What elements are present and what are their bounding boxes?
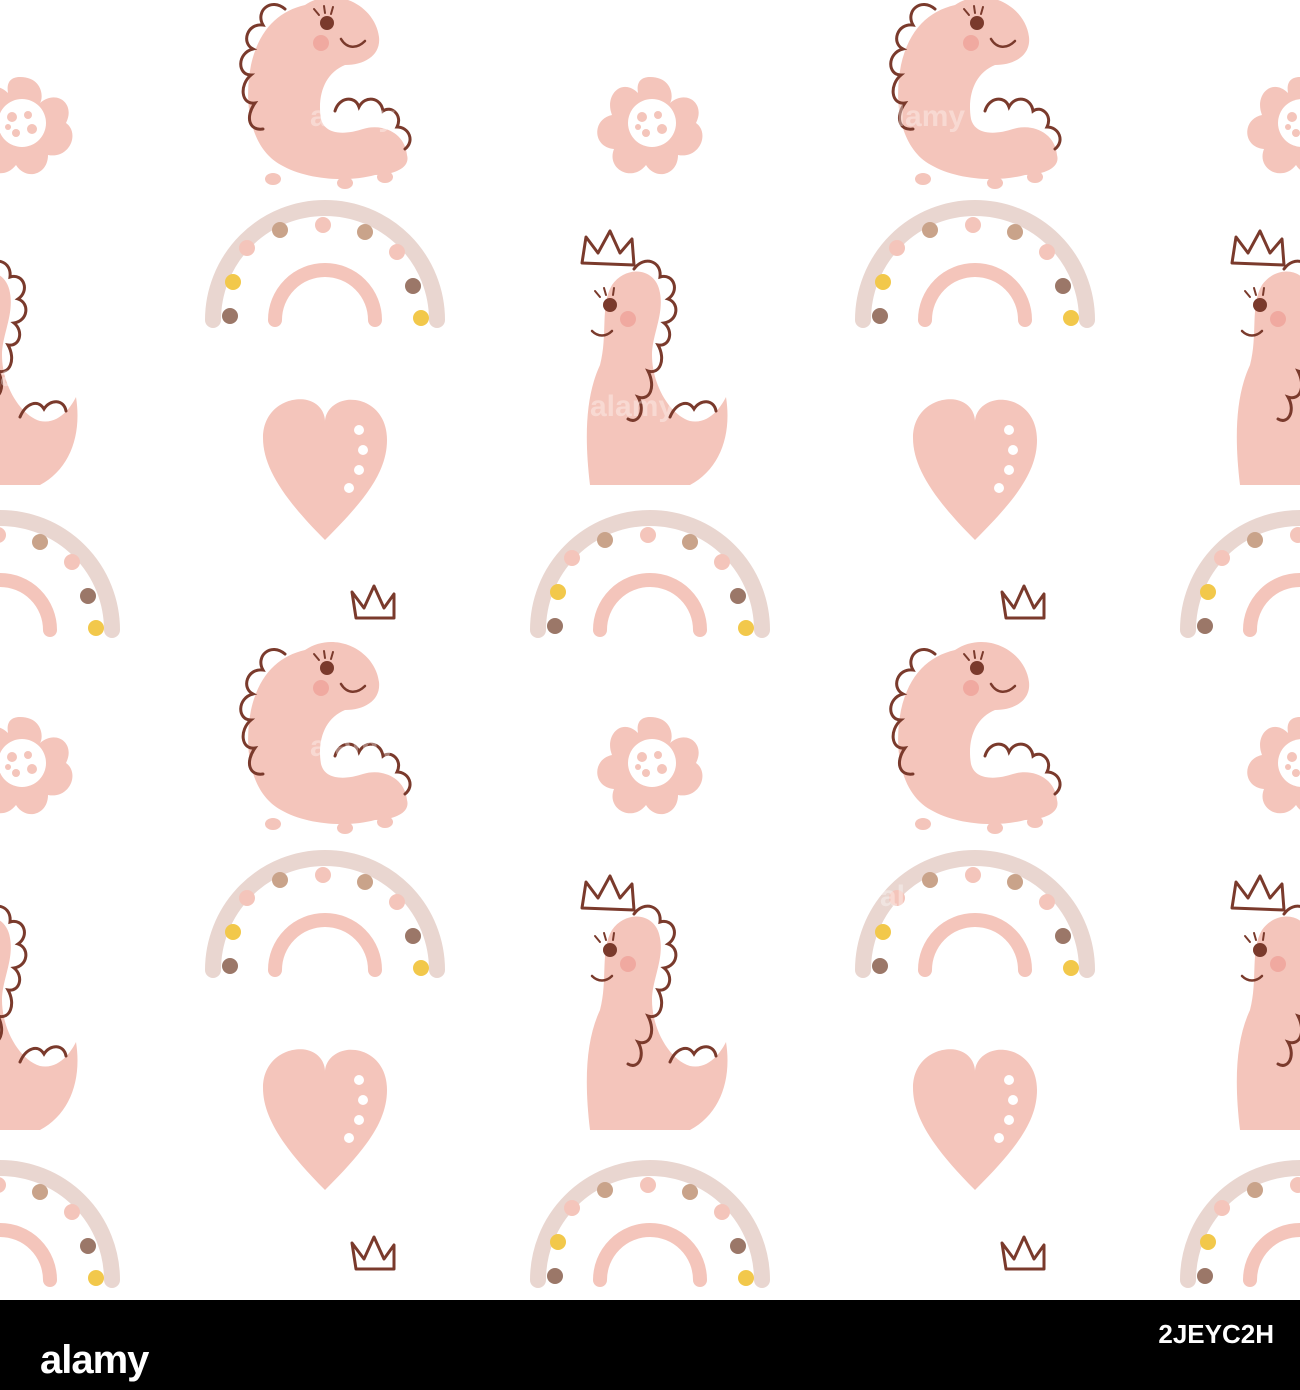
dinosaur-crown-icon [0,874,80,1132]
image-id-text: 2JEYC2H [1158,1319,1274,1349]
dinosaur-crown-icon [570,229,729,487]
flower-icon [1247,717,1300,815]
rainbow-icon [863,858,1087,976]
heart-icon [913,399,1037,540]
dinosaur-crown-icon [1220,229,1300,487]
heart-icon [263,1049,387,1190]
flower-icon [0,717,73,815]
dinosaur-sitting-icon [889,0,1062,191]
alamy-logo-text: alamy [40,1338,149,1382]
dinosaur-crown-icon [0,229,80,487]
heart-icon [913,1049,1037,1190]
rainbow-icon [213,858,437,976]
crown-icon [1000,584,1046,620]
motif-group-col1-top [213,0,437,326]
dinosaur-crown-icon [1220,874,1300,1132]
flower-icon [597,77,703,175]
rainbow-icon [0,1168,112,1286]
crown-icon [350,1235,396,1271]
rainbow-icon [1188,518,1300,636]
rainbow-icon [213,208,437,326]
crown-icon [350,584,396,620]
crown-icon [1000,1235,1046,1271]
rainbow-icon [0,518,112,636]
dinosaur-crown-icon [570,874,729,1132]
motif-group-col1-mid [213,584,437,976]
stock-image-frame: alamy alamy alamy alamy alamy alamy alam… [0,0,1300,1390]
dinosaur-sitting-icon [239,0,412,191]
dinosaur-sitting-icon [889,640,1062,836]
rainbow-icon [1188,1168,1300,1286]
alamy-logo: alamy [18,1322,218,1382]
watermark-bar: alamy 2JEYC2H [0,1300,1300,1390]
image-id: 2JEYC2H [1158,1319,1274,1350]
seamless-dinosaur-pattern [0,0,1300,1300]
rainbow-icon [538,1168,762,1286]
dinosaur-sitting-icon [239,640,412,836]
heart-icon [263,399,387,540]
rainbow-icon [538,518,762,636]
flower-icon [1247,77,1300,175]
flower-icon [597,717,703,815]
flower-icon [0,77,73,175]
rainbow-icon [863,208,1087,326]
